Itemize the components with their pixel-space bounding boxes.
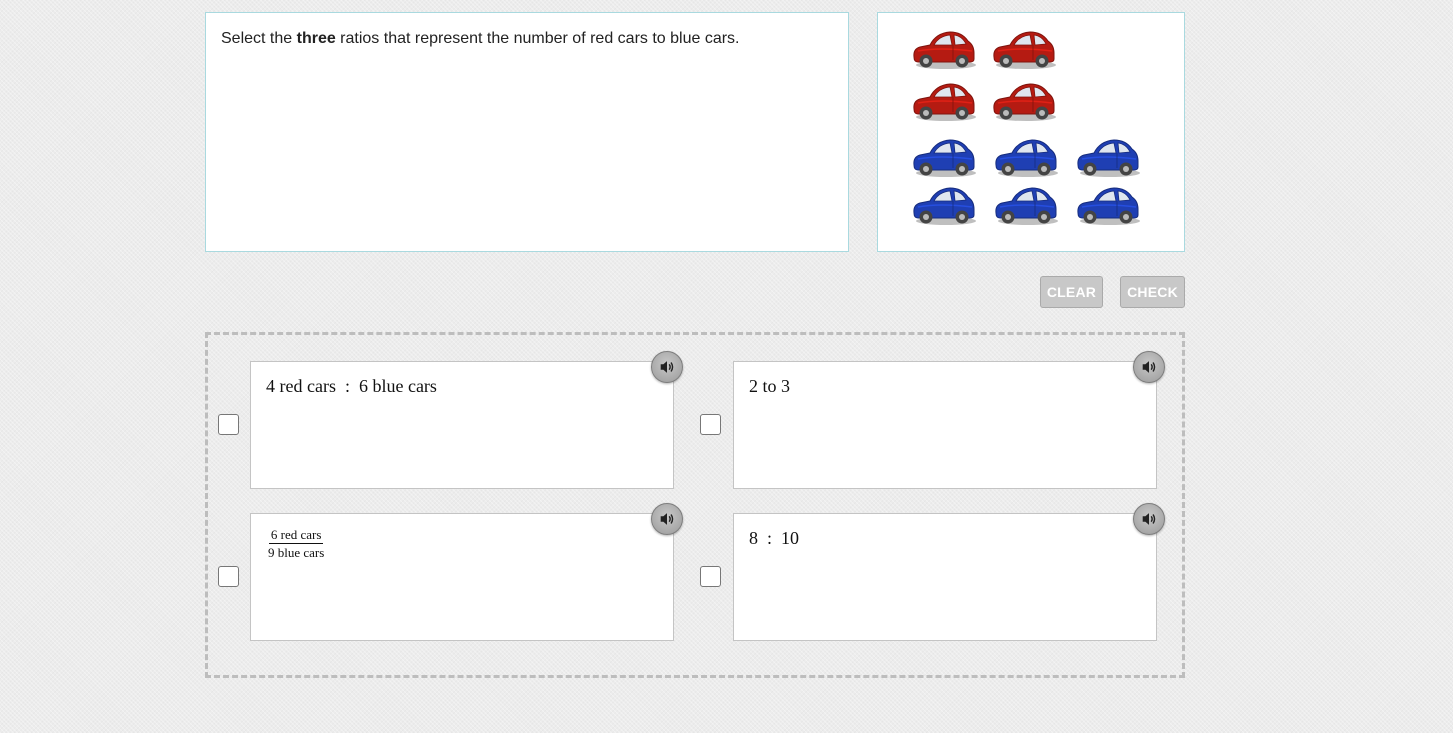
choice-1-box[interactable]: 4 red cars : 6 blue cars xyxy=(250,361,674,489)
choice-2-audio-button[interactable] xyxy=(1133,351,1165,383)
red-car-icon xyxy=(913,83,976,121)
speaker-icon xyxy=(1142,361,1156,373)
clear-button[interactable]: CLEAR xyxy=(1040,276,1103,308)
question-panel: Select the three ratios that represent t… xyxy=(205,12,1063,252)
choice-3-denominator: 9 blue cars xyxy=(268,545,325,560)
choice-4-text: 8 : 10 xyxy=(749,528,800,548)
speaker-icon xyxy=(660,361,674,373)
speaker-icon xyxy=(660,513,674,525)
choice-4-checkbox[interactable] xyxy=(700,566,721,587)
choice-3-fraction: 6 red cars 9 blue cars xyxy=(268,527,324,560)
choice-2-checkbox[interactable] xyxy=(700,414,721,435)
red-car-icon xyxy=(993,83,1056,121)
blue-car-icon xyxy=(913,139,976,177)
choice-1-audio-button[interactable] xyxy=(651,351,683,383)
blue-car-icon xyxy=(1077,139,1140,177)
red-car-icon xyxy=(993,31,1056,69)
choice-2-text: 2 to 3 xyxy=(749,376,791,396)
choice-3-checkbox[interactable] xyxy=(218,566,239,587)
choice-3-audio-button[interactable] xyxy=(651,503,683,535)
red-car-icon xyxy=(913,31,976,69)
blue-car-icon xyxy=(913,187,976,225)
blue-car-icon xyxy=(995,139,1058,177)
blue-car-icon xyxy=(995,187,1058,225)
choice-3-box[interactable]: 6 red cars 9 blue cars xyxy=(250,513,674,641)
choice-1-checkbox[interactable] xyxy=(218,414,239,435)
check-button[interactable]: CHECK xyxy=(1120,276,1185,308)
choice-4-box[interactable]: 8 : 10 xyxy=(733,513,1157,641)
speaker-icon xyxy=(1142,513,1156,525)
choice-2-box[interactable]: 2 to 3 xyxy=(733,361,1157,489)
choice-3-numerator: 6 red cars xyxy=(268,527,324,544)
question-text: Select the three ratios that represent t… xyxy=(221,30,740,47)
choice-4-audio-button[interactable] xyxy=(1133,503,1165,535)
blue-car-icon xyxy=(1077,187,1140,225)
image-panel xyxy=(877,12,1185,252)
choice-1-text: 4 red cars : 6 blue cars xyxy=(266,376,437,396)
